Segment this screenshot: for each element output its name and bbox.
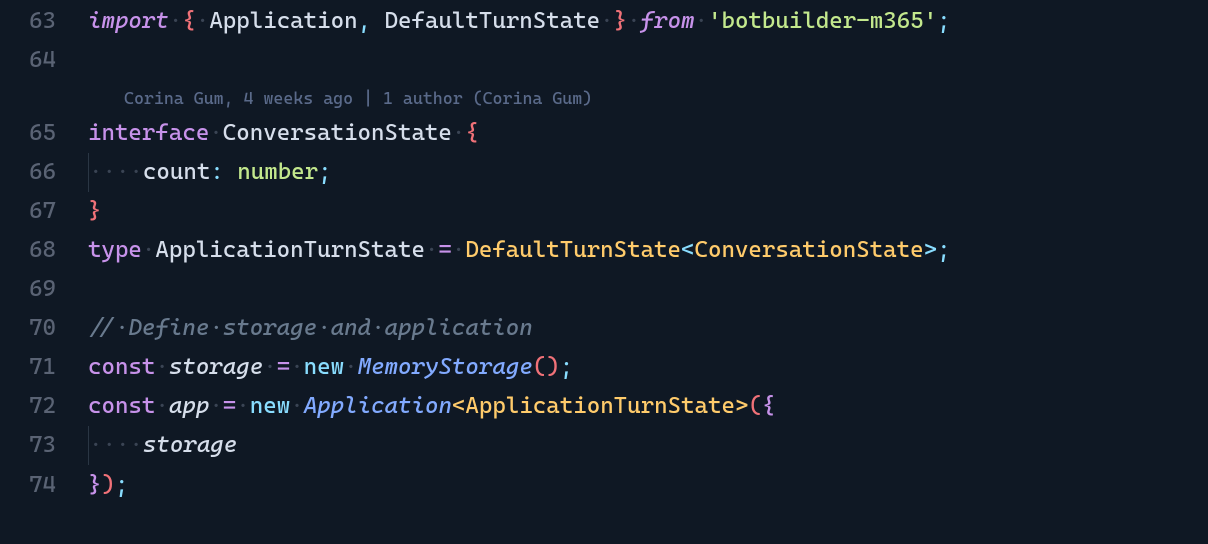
- code-line[interactable]: 67 }: [0, 192, 1208, 231]
- line-number: 71: [0, 348, 88, 387]
- line-number: 64: [0, 41, 88, 80]
- code-content[interactable]: const·app·=·new·Application<ApplicationT…: [88, 387, 775, 426]
- code-line[interactable]: 66 ····count: number;: [0, 153, 1208, 192]
- line-number: 65: [0, 114, 88, 153]
- code-content[interactable]: const·storage·=·new·MemoryStorage();: [88, 348, 573, 387]
- code-line[interactable]: 72 const·app·=·new·Application<Applicati…: [0, 387, 1208, 426]
- code-line[interactable]: 68 type·ApplicationTurnState·=·DefaultTu…: [0, 231, 1208, 270]
- line-number: 72: [0, 387, 88, 426]
- code-content[interactable]: import·{·Application, DefaultTurnState·}…: [88, 2, 951, 41]
- line-number: 70: [0, 309, 88, 348]
- line-number: 66: [0, 153, 88, 192]
- line-number: 68: [0, 231, 88, 270]
- code-content[interactable]: });: [88, 466, 128, 505]
- code-line[interactable]: 71 const·storage·=·new·MemoryStorage();: [0, 348, 1208, 387]
- line-number: 69: [0, 270, 88, 309]
- code-line[interactable]: 63 import·{·Application, DefaultTurnStat…: [0, 2, 1208, 41]
- line-number: 74: [0, 466, 88, 505]
- code-line[interactable]: 74 });: [0, 466, 1208, 505]
- code-line[interactable]: 69: [0, 270, 1208, 309]
- code-content[interactable]: interface·ConversationState·{: [88, 114, 479, 153]
- line-number: 73: [0, 426, 88, 465]
- code-content[interactable]: ····storage: [88, 426, 237, 465]
- code-content[interactable]: //·Define·storage·and·application: [88, 309, 533, 348]
- line-number: 67: [0, 192, 88, 231]
- code-line[interactable]: 70 //·Define·storage·and·application: [0, 309, 1208, 348]
- code-line[interactable]: 64: [0, 41, 1208, 80]
- line-number: 63: [0, 2, 88, 41]
- git-blame-annotation: Corina Gum, 4 weeks ago | 1 author (Cori…: [88, 80, 1208, 114]
- code-line[interactable]: 65 interface·ConversationState·{: [0, 114, 1208, 153]
- code-content[interactable]: type·ApplicationTurnState·=·DefaultTurnS…: [88, 231, 951, 270]
- code-content[interactable]: }: [88, 192, 101, 231]
- code-content[interactable]: ····count: number;: [88, 153, 332, 192]
- code-line[interactable]: 73 ····storage: [0, 426, 1208, 465]
- code-editor[interactable]: 63 import·{·Application, DefaultTurnStat…: [0, 2, 1208, 505]
